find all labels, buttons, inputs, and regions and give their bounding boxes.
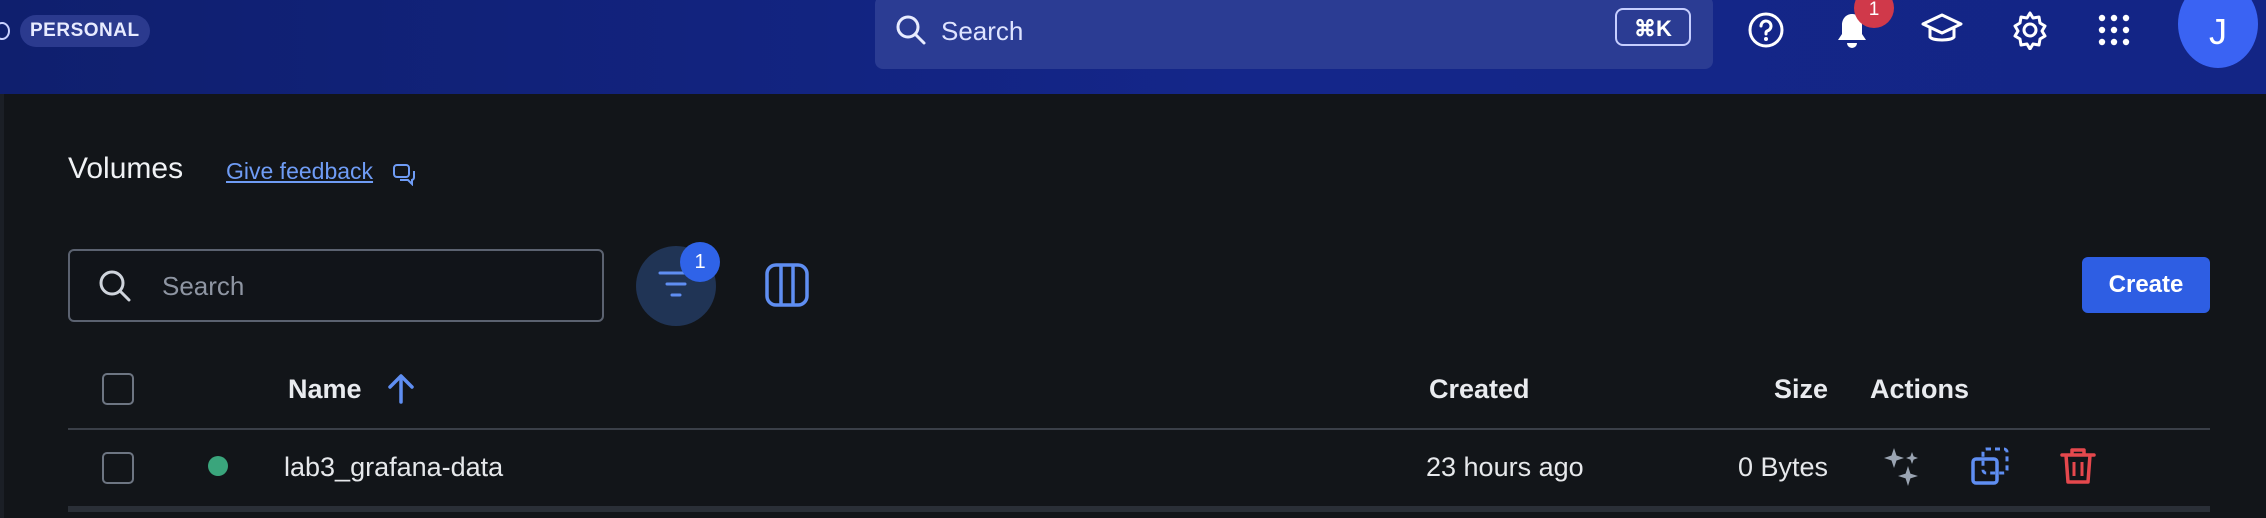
volume-name[interactable]: lab3_grafana-data	[284, 452, 503, 483]
column-header-created[interactable]: Created	[1429, 374, 1530, 405]
row-divider	[68, 506, 2210, 512]
sidebar-edge	[0, 94, 4, 518]
feedback-icon[interactable]	[392, 162, 416, 191]
gear-icon[interactable]	[2008, 8, 2052, 52]
page-title: Volumes	[68, 152, 184, 185]
status-indicator	[208, 456, 228, 476]
select-all-checkbox[interactable]	[102, 373, 134, 405]
graduation-cap-icon[interactable]	[1920, 8, 1964, 52]
create-button[interactable]: Create	[2082, 257, 2210, 313]
avatar[interactable]: J	[2178, 0, 2258, 68]
column-header-actions: Actions	[1870, 374, 1970, 404]
sort-ascending-icon[interactable]	[384, 372, 418, 411]
delete-icon[interactable]	[2058, 446, 2098, 491]
top-navbar: PERSONAL Search ⌘K 1 J	[0, 0, 2266, 94]
volume-size: 0 Bytes	[1738, 452, 1829, 482]
search-icon	[98, 269, 132, 308]
give-feedback-link[interactable]: Give feedback	[226, 158, 373, 185]
volume-created: 23 hours ago	[1426, 452, 1584, 482]
apps-grid-icon[interactable]	[2092, 8, 2136, 52]
filter-count-badge: 1	[680, 242, 720, 282]
table-header-divider	[68, 428, 2210, 430]
shortcut-hint: ⌘K	[1615, 8, 1691, 46]
column-header-name[interactable]: Name	[288, 374, 362, 405]
global-search-label: Search	[941, 16, 1024, 46]
row-checkbox[interactable]	[102, 452, 134, 484]
org-icon	[0, 22, 10, 40]
org-badge[interactable]: PERSONAL	[20, 15, 150, 47]
duplicate-icon[interactable]	[1970, 446, 2010, 491]
volume-search-field[interactable]	[68, 249, 604, 322]
search-input[interactable]	[160, 265, 584, 307]
help-icon[interactable]	[1744, 8, 1788, 52]
sparkles-icon[interactable]	[1882, 446, 1922, 491]
column-header-size[interactable]: Size	[1774, 374, 1828, 405]
global-search[interactable]: Search ⌘K	[875, 0, 1713, 69]
search-icon	[895, 14, 927, 51]
columns-icon[interactable]	[764, 262, 810, 313]
